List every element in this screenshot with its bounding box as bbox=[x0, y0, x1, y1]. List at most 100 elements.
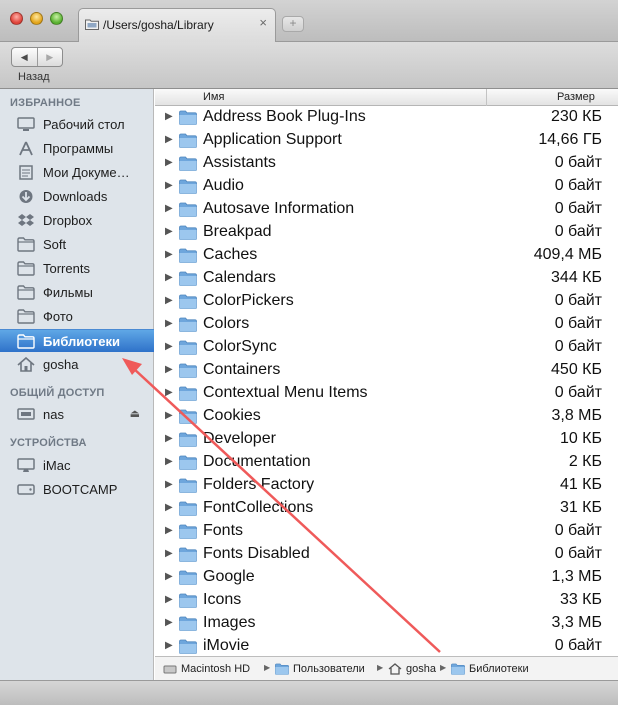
file-name: Documentation bbox=[203, 453, 311, 470]
close-window-button[interactable] bbox=[10, 12, 23, 25]
sidebar-item-imac[interactable]: iMac bbox=[0, 454, 154, 477]
disclosure-triangle-icon[interactable]: ▶ bbox=[165, 502, 173, 513]
table-row[interactable]: ▶ Calendars 344 КБ bbox=[155, 267, 618, 290]
file-size: 0 байт bbox=[554, 315, 602, 332]
table-row[interactable]: ▶ Cookies 3,8 МБ bbox=[155, 405, 618, 428]
disclosure-triangle-icon[interactable]: ▶ bbox=[165, 640, 173, 651]
column-size-header[interactable]: Размер bbox=[557, 91, 595, 103]
disclosure-triangle-icon[interactable]: ▶ bbox=[165, 318, 173, 329]
table-row[interactable]: ▶ ColorPickers 0 байт bbox=[155, 290, 618, 313]
sidebar-item-item-1[interactable]: Программы bbox=[0, 137, 154, 160]
table-row[interactable]: ▶ Containers 450 КБ bbox=[155, 359, 618, 382]
table-row[interactable]: ▶ Contextual Menu Items 0 байт bbox=[155, 382, 618, 405]
sidebar-item-item-7[interactable]: Фильмы bbox=[0, 281, 154, 304]
file-size: 230 КБ bbox=[551, 108, 602, 125]
table-row[interactable]: ▶ Documentation 2 КБ bbox=[155, 451, 618, 474]
disclosure-triangle-icon[interactable]: ▶ bbox=[165, 341, 173, 352]
devices-header: УСТРОЙСТВА bbox=[10, 437, 87, 449]
disclosure-triangle-icon[interactable]: ▶ bbox=[165, 571, 173, 582]
folder-icon bbox=[179, 593, 197, 608]
disclosure-triangle-icon[interactable]: ▶ bbox=[165, 364, 173, 375]
table-row[interactable]: ▶ Colors 0 байт bbox=[155, 313, 618, 336]
sidebar-item-label: BOOTCAMP bbox=[43, 482, 118, 497]
disclosure-triangle-icon[interactable]: ▶ bbox=[165, 548, 173, 559]
table-row[interactable]: ▶ Assistants 0 байт bbox=[155, 152, 618, 175]
disclosure-triangle-icon[interactable]: ▶ bbox=[165, 387, 173, 398]
minimize-window-button[interactable] bbox=[30, 12, 43, 25]
path-segment[interactable]: Библиотеки bbox=[451, 663, 529, 675]
sidebar-item-dropbox[interactable]: Dropbox bbox=[0, 209, 154, 232]
folder-icon bbox=[179, 271, 197, 286]
disclosure-triangle-icon[interactable]: ▶ bbox=[165, 410, 173, 421]
column-divider[interactable] bbox=[486, 89, 487, 106]
file-name: Google bbox=[203, 568, 255, 585]
eject-icon[interactable]: ⏏ bbox=[130, 407, 140, 420]
imac-icon bbox=[17, 458, 35, 473]
disclosure-triangle-icon[interactable]: ▶ bbox=[165, 180, 173, 191]
sidebar-item-item-2[interactable]: Мои Докуме… bbox=[0, 161, 154, 184]
sidebar-item-nas[interactable]: nas ⏏ bbox=[0, 403, 154, 426]
path-segment[interactable]: gosha bbox=[388, 663, 436, 675]
sidebar-item-torrents[interactable]: Torrents bbox=[0, 257, 154, 280]
disclosure-triangle-icon[interactable]: ▶ bbox=[165, 617, 173, 628]
table-row[interactable]: ▶ FontCollections 31 КБ bbox=[155, 497, 618, 520]
table-row[interactable]: ▶ iMovie 0 байт bbox=[155, 635, 618, 656]
folder-icon bbox=[179, 455, 197, 470]
table-row[interactable]: ▶ Address Book Plug-Ins 230 КБ bbox=[155, 106, 618, 129]
disclosure-triangle-icon[interactable]: ▶ bbox=[165, 157, 173, 168]
table-row[interactable]: ▶ Caches 409,4 МБ bbox=[155, 244, 618, 267]
table-row[interactable]: ▶ Fonts Disabled 0 байт bbox=[155, 543, 618, 566]
sidebar-item-label: Soft bbox=[43, 237, 67, 252]
folder-icon bbox=[179, 639, 197, 654]
table-row[interactable]: ▶ Fonts 0 байт bbox=[155, 520, 618, 543]
sidebar-item-soft[interactable]: Soft bbox=[0, 233, 154, 256]
new-tab-button[interactable]: + bbox=[282, 16, 304, 32]
disclosure-triangle-icon[interactable]: ▶ bbox=[165, 479, 173, 490]
path-segment-label: Macintosh HD bbox=[181, 663, 251, 675]
table-row[interactable]: ▶ Breakpad 0 байт bbox=[155, 221, 618, 244]
tab-close-icon[interactable]: × bbox=[259, 16, 267, 30]
folder-icon bbox=[179, 386, 197, 401]
table-row[interactable]: ▶ Images 3,3 МБ bbox=[155, 612, 618, 635]
table-row[interactable]: ▶ Autosave Information 0 байт bbox=[155, 198, 618, 221]
tab-title: /Users/gosha/Library bbox=[103, 18, 214, 32]
column-name-header[interactable]: Имя bbox=[203, 91, 224, 103]
disclosure-triangle-icon[interactable]: ▶ bbox=[165, 111, 173, 122]
forward-button[interactable]: ▶ bbox=[38, 48, 63, 66]
sidebar-item-item-0[interactable]: Рабочий стол bbox=[0, 113, 154, 136]
disclosure-triangle-icon[interactable]: ▶ bbox=[165, 456, 173, 467]
file-size: 0 байт bbox=[554, 384, 602, 401]
back-button[interactable]: ◀ bbox=[12, 48, 38, 66]
zoom-window-button[interactable] bbox=[50, 12, 63, 25]
disclosure-triangle-icon[interactable]: ▶ bbox=[165, 295, 173, 306]
tab-library[interactable]: /Users/gosha/Library × bbox=[78, 8, 276, 42]
table-row[interactable]: ▶ Audio 0 байт bbox=[155, 175, 618, 198]
sidebar-item-downloads[interactable]: Downloads bbox=[0, 185, 154, 208]
disclosure-triangle-icon[interactable]: ▶ bbox=[165, 134, 173, 145]
table-row[interactable]: ▶ Icons 33 КБ bbox=[155, 589, 618, 612]
file-name: Images bbox=[203, 614, 256, 631]
file-size: 409,4 МБ bbox=[533, 246, 602, 263]
table-row[interactable]: ▶ Google 1,3 МБ bbox=[155, 566, 618, 589]
disclosure-triangle-icon[interactable]: ▶ bbox=[165, 249, 173, 260]
table-row[interactable]: ▶ Developer 10 КБ bbox=[155, 428, 618, 451]
table-row[interactable]: ▶ Application Support 14,66 ГБ bbox=[155, 129, 618, 152]
sidebar-item-item-8[interactable]: Фото bbox=[0, 305, 154, 328]
disclosure-triangle-icon[interactable]: ▶ bbox=[165, 272, 173, 283]
disclosure-triangle-icon[interactable]: ▶ bbox=[165, 433, 173, 444]
disclosure-triangle-icon[interactable]: ▶ bbox=[165, 226, 173, 237]
sidebar-item-bootcamp[interactable]: BOOTCAMP bbox=[0, 478, 154, 501]
disclosure-triangle-icon[interactable]: ▶ bbox=[165, 594, 173, 605]
table-row[interactable]: ▶ ColorSync 0 байт bbox=[155, 336, 618, 359]
sidebar-item-item-9[interactable]: Библиотеки bbox=[0, 329, 154, 352]
folder-icon bbox=[179, 616, 197, 631]
disclosure-triangle-icon[interactable]: ▶ bbox=[165, 203, 173, 214]
path-segment[interactable]: Macintosh HD bbox=[163, 663, 250, 675]
sidebar-item-label: nas bbox=[43, 407, 64, 422]
path-segment[interactable]: Пользователи bbox=[275, 663, 365, 675]
sidebar-item-label: Dropbox bbox=[43, 213, 93, 228]
table-row[interactable]: ▶ Folders Factory 41 КБ bbox=[155, 474, 618, 497]
sidebar-item-gosha[interactable]: gosha bbox=[0, 353, 154, 376]
disclosure-triangle-icon[interactable]: ▶ bbox=[165, 525, 173, 536]
file-size: 14,66 ГБ bbox=[538, 131, 602, 148]
